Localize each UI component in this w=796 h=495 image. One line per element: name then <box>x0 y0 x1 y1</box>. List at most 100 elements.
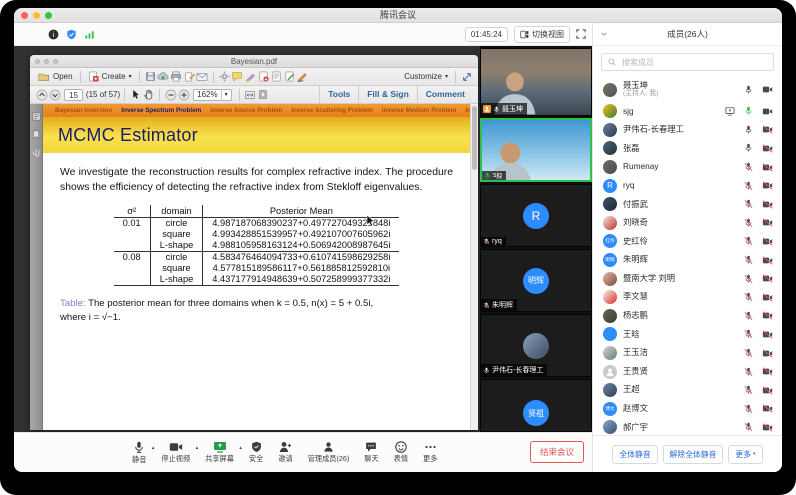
camera-status-icon[interactable] <box>762 144 773 153</box>
open-button[interactable]: Open <box>35 71 76 83</box>
participant-row[interactable]: 王玉洁 <box>593 344 782 363</box>
mic-status-icon[interactable] <box>744 106 753 116</box>
breadcrumb-item[interactable]: Inverse Source Problem <box>210 107 282 114</box>
select-tool-icon[interactable] <box>129 88 142 101</box>
gear-icon[interactable] <box>218 70 231 83</box>
camera-status-icon[interactable] <box>762 293 773 302</box>
mic-status-icon[interactable] <box>744 348 753 358</box>
camera-status-icon[interactable] <box>762 181 773 190</box>
camera-status-icon[interactable] <box>762 349 773 358</box>
video-tile[interactable]: 尹伟石-长春理工 <box>480 314 592 377</box>
participant-row[interactable]: 聂玉坤 (主持人, 我) <box>593 77 782 102</box>
zoom-level-select[interactable]: 162%▾ <box>193 89 231 101</box>
participant-row[interactable]: 尹伟石-长春理工 <box>593 121 782 140</box>
mic-status-icon[interactable] <box>744 311 753 321</box>
fill-sign-tab[interactable]: Fill & Sign <box>358 86 417 103</box>
camera-status-icon[interactable] <box>762 423 773 432</box>
info-icon[interactable]: i <box>48 29 59 40</box>
participant-row[interactable]: 暨南大学 刘明 <box>593 269 782 288</box>
mic-status-icon[interactable] <box>744 143 753 153</box>
page-thumbnails-icon[interactable] <box>32 112 41 121</box>
camera-status-icon[interactable] <box>762 386 773 395</box>
participant-row[interactable]: R ryq <box>593 176 782 195</box>
email-icon[interactable] <box>196 70 209 83</box>
camera-status-icon[interactable] <box>762 200 773 209</box>
tools-tab[interactable]: Tools <box>319 86 358 103</box>
breadcrumb-item[interactable]: Bayesian Inversion <box>55 107 112 114</box>
share-options-caret[interactable]: ▴ <box>239 445 242 451</box>
emoji-button[interactable]: 表情 <box>394 441 408 464</box>
create-button[interactable]: Create▾ <box>85 70 135 83</box>
mic-status-icon[interactable] <box>744 162 753 172</box>
switch-view-button[interactable]: 切换视图 <box>514 26 570 43</box>
video-options-caret[interactable]: ▴ <box>196 445 199 451</box>
video-tile-active-speaker[interactable]: sjg <box>480 118 592 182</box>
participant-row[interactable]: sjg <box>593 102 782 121</box>
security-shield-icon[interactable] <box>66 29 77 40</box>
previous-page-icon[interactable] <box>35 88 48 101</box>
participant-row[interactable]: 张磊 <box>593 139 782 158</box>
mic-status-icon[interactable] <box>744 274 753 284</box>
mute-button[interactable]: 静音 ▴ <box>132 441 146 465</box>
mic-status-icon[interactable] <box>744 422 753 432</box>
zoom-out-icon[interactable] <box>164 88 177 101</box>
chat-button[interactable]: 聊天 <box>364 441 378 464</box>
network-signal-icon[interactable] <box>84 29 95 40</box>
participant-row[interactable]: 王贵贤 <box>593 362 782 381</box>
hand-tool-icon[interactable] <box>142 88 155 101</box>
attach-file-icon[interactable] <box>270 70 283 83</box>
page-number-input[interactable]: 15 <box>64 89 83 101</box>
participant-row[interactable]: 红伶 史红伶 <box>593 232 782 251</box>
next-page-icon[interactable] <box>48 88 61 101</box>
camera-status-icon[interactable] <box>762 274 773 283</box>
video-tile[interactable]: 明辉 朱明辉 <box>480 249 592 312</box>
mic-status-icon[interactable] <box>744 367 753 377</box>
print-icon[interactable] <box>170 70 183 83</box>
camera-status-icon[interactable] <box>762 107 773 116</box>
mic-status-icon[interactable] <box>744 404 753 414</box>
camera-status-icon[interactable] <box>762 404 773 413</box>
fit-width-icon[interactable] <box>244 88 257 101</box>
mic-status-icon[interactable] <box>744 255 753 265</box>
camera-status-icon[interactable] <box>762 330 773 339</box>
participant-row[interactable]: 刘晓奇 <box>593 214 782 233</box>
mic-status-icon[interactable] <box>744 85 753 95</box>
comment-bubble-icon[interactable] <box>231 70 244 83</box>
fullscreen-icon[interactable] <box>576 29 586 39</box>
search-input[interactable] <box>620 57 767 68</box>
video-tile[interactable]: 贤祖 <box>480 379 592 432</box>
breadcrumb-item[interactable]: Inverse Medium Problem <box>382 107 457 114</box>
camera-status-icon[interactable] <box>762 125 773 134</box>
camera-status-icon[interactable] <box>762 218 773 227</box>
save-icon[interactable] <box>144 70 157 83</box>
participant-row[interactable]: 付振武 <box>593 195 782 214</box>
mic-status-icon[interactable] <box>744 199 753 209</box>
mic-status-icon[interactable] <box>744 218 753 228</box>
scrollbar-thumb[interactable] <box>472 106 477 170</box>
camera-status-icon[interactable] <box>762 311 773 320</box>
security-button[interactable]: 安全 <box>249 441 263 464</box>
camera-status-icon[interactable] <box>762 163 773 172</box>
expand-panes-icon[interactable] <box>460 70 473 83</box>
camera-status-icon[interactable] <box>762 237 773 246</box>
video-tile[interactable]: R ryq <box>480 184 592 247</box>
mic-status-icon[interactable] <box>744 385 753 395</box>
mic-status-icon[interactable] <box>744 125 753 135</box>
send-doc-icon[interactable] <box>283 70 296 83</box>
mic-options-caret[interactable]: ▴ <box>152 445 155 451</box>
sign-pen-icon[interactable] <box>296 70 309 83</box>
fit-page-icon[interactable] <box>257 88 270 101</box>
mic-status-icon[interactable] <box>744 181 753 191</box>
customize-button[interactable]: Customize▾ <box>401 71 451 82</box>
camera-status-icon[interactable] <box>762 367 773 376</box>
camera-status-icon[interactable] <box>762 85 773 94</box>
comment-tab[interactable]: Comment <box>417 86 473 103</box>
attachments-icon[interactable] <box>32 148 40 158</box>
participant-row[interactable]: 李文慧 <box>593 288 782 307</box>
invite-button[interactable]: 邀请 <box>278 441 292 464</box>
mic-status-icon[interactable] <box>744 236 753 246</box>
participant-row[interactable]: 明辉 朱明辉 <box>593 251 782 270</box>
zoom-in-icon[interactable] <box>177 88 190 101</box>
participant-row[interactable]: 杨志鹏 <box>593 307 782 326</box>
pdf-scrollbar[interactable] <box>470 104 478 430</box>
